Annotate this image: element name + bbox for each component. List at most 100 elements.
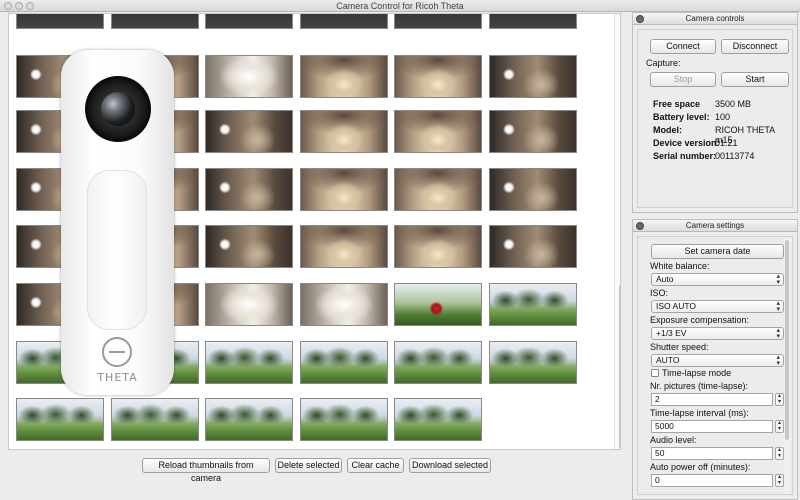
photo-thumbnail[interactable] [111, 398, 199, 441]
photo-thumbnail[interactable] [16, 398, 104, 441]
interval-label: Time-lapse interval (ms): [650, 408, 749, 418]
gallery-scroll-knob[interactable] [619, 284, 620, 449]
photo-thumbnail[interactable] [489, 55, 577, 98]
photo-thumbnail[interactable] [205, 283, 293, 326]
photo-thumbnail[interactable] [489, 168, 577, 211]
photo-thumbnail[interactable] [489, 14, 577, 29]
photo-thumbnail[interactable] [394, 225, 482, 268]
photo-thumbnail[interactable] [300, 14, 388, 29]
select-arrows-icon: ▴ ▾ [776, 327, 780, 340]
white-balance-value: Auto [656, 274, 674, 284]
photo-thumbnail[interactable] [489, 110, 577, 153]
camera-groove [87, 170, 147, 330]
thumbnail-gallery[interactable]: THETA [8, 13, 621, 450]
gallery-scrollbar[interactable] [614, 14, 620, 449]
photo-thumbnail[interactable] [300, 168, 388, 211]
stepper-arrows-icon[interactable]: ▴ ▾ [775, 474, 784, 487]
app-window: Camera Control for Ricoh Theta THETA Rel… [0, 0, 800, 500]
white-balance-select[interactable]: Auto ▴ ▾ [651, 273, 784, 286]
camera-controls-header: Camera controls [633, 13, 797, 25]
settings-scroll-knob[interactable] [785, 240, 789, 440]
shutter-select[interactable]: AUTO ▴ ▾ [651, 354, 784, 367]
camera-settings-title: Camera settings [685, 221, 745, 230]
info-value: 3500 MB [715, 99, 752, 109]
photo-thumbnail[interactable] [205, 168, 293, 211]
power-off-field[interactable]: 0 [651, 474, 773, 487]
info-value: 100 [715, 112, 731, 122]
reload-thumbnails-button[interactable]: Reload thumbnails from camera [142, 458, 270, 483]
iso-value: ISO AUTO [656, 301, 696, 311]
camera-settings-panel: Camera settings Set camera date White ba… [632, 219, 798, 500]
photo-thumbnail[interactable] [394, 110, 482, 153]
photo-thumbnail[interactable] [205, 55, 293, 98]
photo-thumbnail[interactable] [489, 225, 577, 268]
exposure-select[interactable]: +1/3 EV ▴ ▾ [651, 327, 784, 340]
stop-button[interactable]: Stop [650, 72, 716, 87]
camera-controls-title: Camera controls [685, 14, 745, 23]
audio-field[interactable]: 50 [651, 447, 773, 460]
photo-thumbnail[interactable] [394, 398, 482, 441]
camera-controls-panel: Camera controls Connect Disconnect Captu… [632, 12, 798, 213]
info-key: Free space [653, 99, 701, 109]
info-key: Model: [653, 125, 682, 135]
settings-scrollbar[interactable] [784, 239, 790, 494]
iso-select[interactable]: ISO AUTO ▴ ▾ [651, 300, 784, 313]
timelapse-label: Time-lapse mode [662, 368, 732, 378]
select-arrows-icon: ▴ ▾ [776, 354, 780, 367]
timelapse-checkbox[interactable] [651, 369, 659, 377]
set-camera-date-button[interactable]: Set camera date [651, 244, 784, 259]
nr-pictures-spinbox[interactable]: 2 ▴ ▾ [651, 393, 784, 406]
photo-thumbnail[interactable] [205, 225, 293, 268]
photo-thumbnail[interactable] [205, 398, 293, 441]
photo-thumbnail[interactable] [300, 398, 388, 441]
photo-thumbnail[interactable] [300, 55, 388, 98]
white-balance-label: White balance: [650, 261, 710, 271]
info-key: Battery level: [653, 112, 710, 122]
photo-thumbnail[interactable] [300, 341, 388, 384]
select-arrows-icon: ▴ ▾ [776, 300, 780, 313]
audio-label: Audio level: [650, 435, 697, 445]
delete-selected-button[interactable]: Delete selected [275, 458, 342, 473]
photo-thumbnail[interactable] [205, 110, 293, 153]
photo-thumbnail[interactable] [394, 283, 482, 326]
camera-brand: THETA [97, 371, 138, 384]
interval-field[interactable]: 5000 [651, 420, 773, 433]
photo-thumbnail[interactable] [489, 341, 577, 384]
stepper-arrows-icon[interactable]: ▴ ▾ [775, 393, 784, 406]
photo-thumbnail[interactable] [205, 341, 293, 384]
panel-pin-icon[interactable] [636, 222, 644, 230]
photo-thumbnail[interactable] [16, 14, 104, 29]
photo-thumbnail[interactable] [394, 14, 482, 29]
exposure-value: +1/3 EV [656, 328, 687, 338]
start-button[interactable]: Start [721, 72, 789, 87]
power-off-label: Auto power off (minutes): [650, 462, 751, 472]
window-title: Camera Control for Ricoh Theta [336, 1, 464, 11]
download-selected-button[interactable]: Download selected [409, 458, 491, 473]
photo-thumbnail[interactable] [394, 168, 482, 211]
info-value: 00113774 [715, 151, 755, 161]
photo-thumbnail[interactable] [205, 14, 293, 29]
interval-spinbox[interactable]: 5000 ▴ ▾ [651, 420, 784, 433]
panel-pin-icon[interactable] [636, 15, 644, 23]
stepper-arrows-icon[interactable]: ▴ ▾ [775, 447, 784, 460]
photo-thumbnail[interactable] [300, 225, 388, 268]
theta-camera-image: THETA [61, 50, 174, 395]
stepper-arrows-icon[interactable]: ▴ ▾ [775, 420, 784, 433]
photo-thumbnail[interactable] [111, 14, 199, 29]
audio-spinbox[interactable]: 50 ▴ ▾ [651, 447, 784, 460]
photo-thumbnail[interactable] [300, 110, 388, 153]
power-off-spinbox[interactable]: 0 ▴ ▾ [651, 474, 784, 487]
photo-thumbnail[interactable] [489, 283, 577, 326]
photo-thumbnail[interactable] [394, 341, 482, 384]
nr-pictures-field[interactable]: 2 [651, 393, 773, 406]
info-key: Serial number: [653, 151, 717, 161]
photo-thumbnail[interactable] [300, 283, 388, 326]
photo-thumbnail[interactable] [394, 55, 482, 98]
connect-button[interactable]: Connect [650, 39, 716, 54]
shutter-value: AUTO [656, 355, 680, 365]
info-key: Device version: [653, 138, 720, 148]
capture-label: Capture: [646, 58, 681, 68]
disconnect-button[interactable]: Disconnect [721, 39, 789, 54]
info-value: 01.21 [715, 138, 738, 148]
clear-cache-button[interactable]: Clear cache [347, 458, 404, 473]
